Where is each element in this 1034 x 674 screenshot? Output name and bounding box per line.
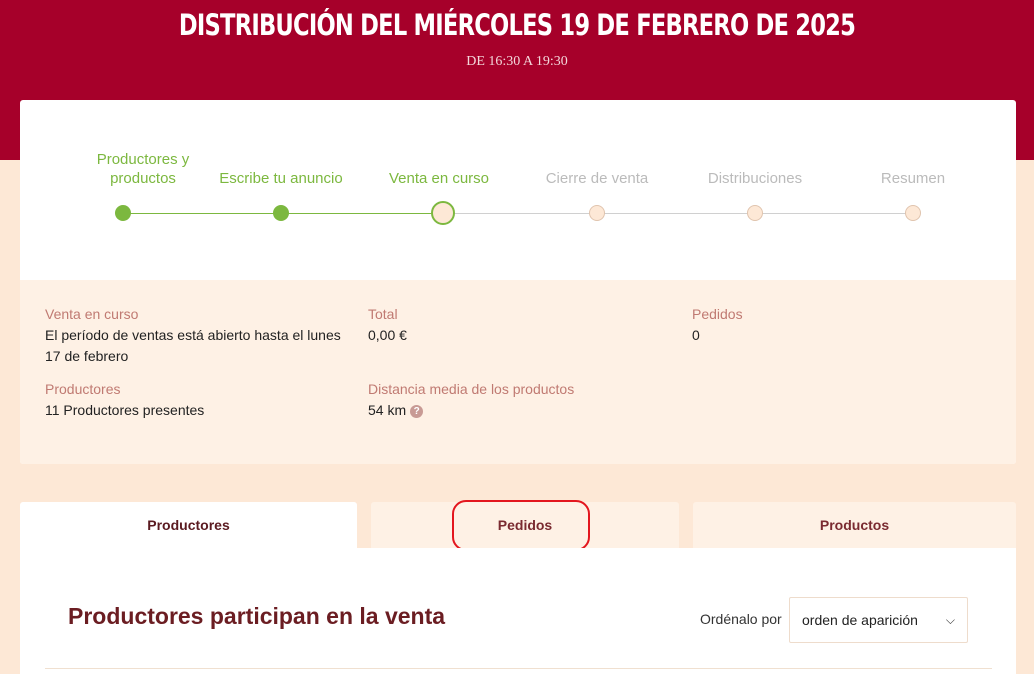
sort-select[interactable]: orden de aparición ⌵	[789, 597, 968, 643]
step-dot-cierre	[589, 205, 605, 221]
page-title: DISTRIBUCIÓN DEL MIÉRCOLES 19 DE FEBRERO…	[178, 8, 856, 42]
sale-distance-row: 54 km?	[368, 400, 668, 421]
step-label-anuncio[interactable]: Escribe tu anuncio	[201, 169, 361, 188]
tab-productos[interactable]: Productos	[693, 502, 1016, 548]
step-dot-venta[interactable]	[431, 201, 455, 225]
step-dot-resumen	[905, 205, 921, 221]
sale-producers-value: 11 Productores presentes	[45, 402, 205, 418]
sale-total-value: 0,00 €	[368, 327, 407, 343]
divider	[45, 668, 992, 669]
sale-producers: Productores 11 Productores presentes	[45, 379, 350, 421]
sale-total-label: Total	[368, 306, 398, 322]
step-label-distribuciones: Distribuciones	[707, 170, 803, 187]
sale-distance-label: Distancia media de los productos	[368, 381, 575, 397]
step-label-productores[interactable]: Productores y productos	[63, 150, 223, 188]
step-label-cierre: Cierre de venta	[545, 170, 649, 187]
tab-highlight-ring	[452, 500, 590, 551]
chevron-down-icon: ⌵	[945, 613, 955, 627]
step-dot-anuncio[interactable]	[273, 205, 289, 221]
sale-distance: Distancia media de los productos 54 km?	[368, 379, 668, 421]
sale-summary: Venta en curso El período de ventas está…	[20, 280, 1016, 464]
sale-distance-value: 54 km	[368, 402, 407, 418]
producers-panel: Productores participan en la venta Ordén…	[20, 548, 1016, 674]
sale-orders: Pedidos 0	[692, 304, 992, 346]
sale-status: Venta en curso El período de ventas está…	[45, 304, 350, 367]
help-icon[interactable]: ?	[410, 405, 424, 418]
sale-status-value: El período de ventas está abierto hasta …	[45, 327, 341, 364]
step-label-venta[interactable]: Venta en curso	[359, 169, 519, 188]
tab-productores[interactable]: Productores	[20, 502, 357, 548]
sale-orders-label: Pedidos	[692, 306, 743, 322]
step-label-resumen: Resumen	[880, 170, 946, 187]
sale-card: Productores y productos Escribe tu anunc…	[20, 100, 1016, 464]
step-dot-distribuciones	[747, 205, 763, 221]
progress-stepper: Productores y productos Escribe tu anunc…	[20, 100, 1016, 280]
progress-line-todo	[443, 213, 913, 214]
sale-status-label: Venta en curso	[45, 306, 139, 322]
sort-label: Ordénalo por	[700, 611, 782, 627]
panel-title: Productores participan en la venta	[68, 603, 446, 629]
step-dot-productores[interactable]	[115, 205, 131, 221]
sale-orders-value: 0	[692, 327, 700, 343]
sale-producers-label: Productores	[45, 381, 121, 397]
sort-select-value: orden de aparición	[802, 612, 918, 628]
page-subtitle: DE 16:30 A 19:30	[466, 54, 568, 69]
sale-total: Total 0,00 €	[368, 304, 668, 346]
